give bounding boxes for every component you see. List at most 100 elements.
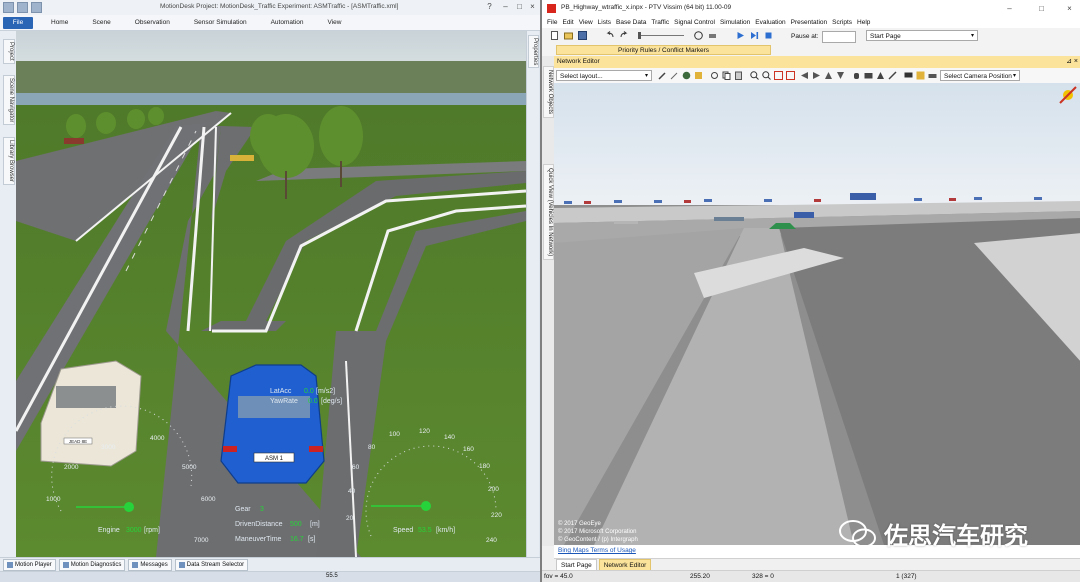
rpm-tick-2000: 2000 <box>64 464 79 471</box>
hud-speed-value: 53.5 <box>418 527 432 534</box>
camera-position-select[interactable]: Select Camera Position ▾ <box>940 70 1020 81</box>
status-time: 1 (327) <box>896 573 917 580</box>
monitor-icon[interactable] <box>904 71 913 80</box>
panel-tab-quick-view[interactable]: Quick View (Vehicles In Network) <box>543 164 554 261</box>
hud-yawrate-unit: [deg/s] <box>321 398 342 405</box>
start-page-select[interactable]: Start Page ▾ <box>866 30 978 41</box>
record-icon[interactable] <box>916 71 925 80</box>
arrow-down-icon[interactable] <box>836 71 845 80</box>
copyright-geocontent: © GeoContent / (p) Intergraph <box>558 536 638 543</box>
main-toolbar: Pause at: Start Page ▾ <box>542 28 1080 45</box>
help-icon[interactable]: ? <box>484 2 495 12</box>
pin-icon[interactable]: ⊿ × <box>1066 57 1078 65</box>
status-bar: fov = 45.0 255.20 328 = 0 1 (327) <box>542 570 1080 582</box>
status-fov: fov = 45.0 <box>544 573 573 580</box>
menu-help[interactable]: Help <box>857 19 870 26</box>
arrow-left-icon[interactable] <box>800 71 809 80</box>
minimize-button[interactable]: – <box>500 2 511 12</box>
panel-tab-library-browser[interactable]: Library Browser <box>3 137 15 186</box>
save-icon[interactable] <box>17 2 28 13</box>
panel-tab-scene-navigator[interactable]: Scene Navigator <box>3 75 15 126</box>
camera-icon[interactable] <box>864 71 873 80</box>
close-button[interactable]: × <box>1064 4 1075 14</box>
menu-scripts[interactable]: Scripts <box>832 19 852 26</box>
vehicle-icon[interactable] <box>708 31 717 40</box>
ribbon-tabs: File Home Scene Observation Sensor Simul… <box>0 15 540 31</box>
tab-motion-diagnostics[interactable]: Motion Diagnostics <box>58 559 126 571</box>
tab-view[interactable]: View <box>321 19 347 26</box>
hud-speed-label: Speed <box>393 527 413 534</box>
menu-simulation[interactable]: Simulation <box>720 19 750 26</box>
menu-lists[interactable]: Lists <box>598 19 611 26</box>
file-menu-button[interactable]: File <box>3 16 33 29</box>
copyright-microsoft: © 2017 Microsoft Corporation <box>558 528 636 535</box>
tab-label: Messages <box>140 562 168 568</box>
menu-file[interactable]: File <box>547 19 557 26</box>
fly-icon[interactable] <box>876 71 885 80</box>
tab-motion-player[interactable]: Motion Player <box>3 559 56 571</box>
maximize-button[interactable]: □ <box>514 2 525 12</box>
tab-home[interactable]: Home <box>45 19 74 26</box>
step-icon[interactable] <box>750 31 759 40</box>
speed-gauge-icon[interactable] <box>694 31 703 40</box>
vissim-3d-view[interactable]: © 2017 GeoEye © 2017 Microsoft Corporati… <box>554 83 1080 545</box>
undo-icon[interactable] <box>606 31 615 40</box>
simulation-speed-slider[interactable] <box>636 31 686 40</box>
menu-base-data[interactable]: Base Data <box>616 19 646 26</box>
motiondesk-3d-view[interactable]: JEAD 8E ASM 1 LatAcc 0.0 [m/s2] YawRate … <box>16 31 526 557</box>
redo-icon[interactable] <box>619 31 628 40</box>
layout-select-value: Select layout... <box>560 73 603 80</box>
menu-evaluation[interactable]: Evaluation <box>755 19 785 26</box>
status-coordinate: 255.20 <box>690 573 710 580</box>
zoom-out-icon[interactable] <box>762 71 771 80</box>
arrow-right-icon[interactable] <box>812 71 821 80</box>
refresh-icon[interactable] <box>710 71 719 80</box>
tab-scene[interactable]: Scene <box>86 19 116 26</box>
tab-automation[interactable]: Automation <box>265 19 310 26</box>
eyedropper-icon[interactable] <box>670 71 679 80</box>
menu-traffic[interactable]: Traffic <box>651 19 669 26</box>
status-bar: 55.5 <box>0 571 540 582</box>
close-button[interactable]: × <box>527 2 538 12</box>
globe-icon[interactable] <box>682 71 691 80</box>
pause-at-input[interactable] <box>822 31 856 43</box>
panel-tab-properties[interactable]: Properties <box>528 35 539 69</box>
zoom-window-icon[interactable] <box>786 71 795 80</box>
hud-engine-label: Engine <box>98 527 120 534</box>
bing-terms-link[interactable]: Bing Maps Terms of Usage <box>558 547 636 554</box>
hud-yawrate-value: 0.0 <box>308 398 318 405</box>
tilt-icon[interactable] <box>888 71 897 80</box>
pan-hand-icon[interactable] <box>852 71 861 80</box>
paste-icon[interactable] <box>734 71 743 80</box>
3d-view-icon[interactable] <box>694 71 703 80</box>
zoom-in-icon[interactable] <box>750 71 759 80</box>
tab-messages[interactable]: Messages <box>128 559 172 571</box>
open-folder-icon[interactable] <box>564 31 573 40</box>
speed-tick-240: 240 <box>486 537 497 544</box>
wrench-icon[interactable] <box>658 71 667 80</box>
copy-icon[interactable] <box>722 71 731 80</box>
menu-view[interactable]: View <box>579 19 593 26</box>
undo-icon[interactable] <box>31 2 42 13</box>
panel-tab-project[interactable]: Project <box>3 39 15 64</box>
priority-rules-bar[interactable]: Priority Rules / Conflict Markers <box>556 45 771 55</box>
watermark-text: 佐思汽车研究 <box>884 522 1028 550</box>
stop-icon[interactable] <box>764 31 773 40</box>
menu-presentation[interactable]: Presentation <box>791 19 828 26</box>
left-panel-strip: Project Scene Navigator Library Browser <box>0 31 17 557</box>
save-icon[interactable] <box>578 31 587 40</box>
menu-signal-control[interactable]: Signal Control <box>674 19 715 26</box>
zoom-extents-icon[interactable] <box>774 71 783 80</box>
play-icon[interactable] <box>736 31 745 40</box>
car-camera-icon[interactable] <box>928 71 937 80</box>
tab-sensor-simulation[interactable]: Sensor Simulation <box>188 19 253 26</box>
new-file-icon[interactable] <box>550 31 559 40</box>
tab-observation[interactable]: Observation <box>129 19 176 26</box>
menu-edit[interactable]: Edit <box>562 19 573 26</box>
minimize-button[interactable]: – <box>1004 4 1015 14</box>
tab-data-stream-selector[interactable]: Data Stream Selector <box>174 559 249 571</box>
panel-tab-network-objects[interactable]: Network Objects <box>543 66 554 119</box>
layout-select[interactable]: Select layout... ▾ <box>556 70 652 81</box>
arrow-up-icon[interactable] <box>824 71 833 80</box>
maximize-button[interactable]: □ <box>1036 4 1047 14</box>
